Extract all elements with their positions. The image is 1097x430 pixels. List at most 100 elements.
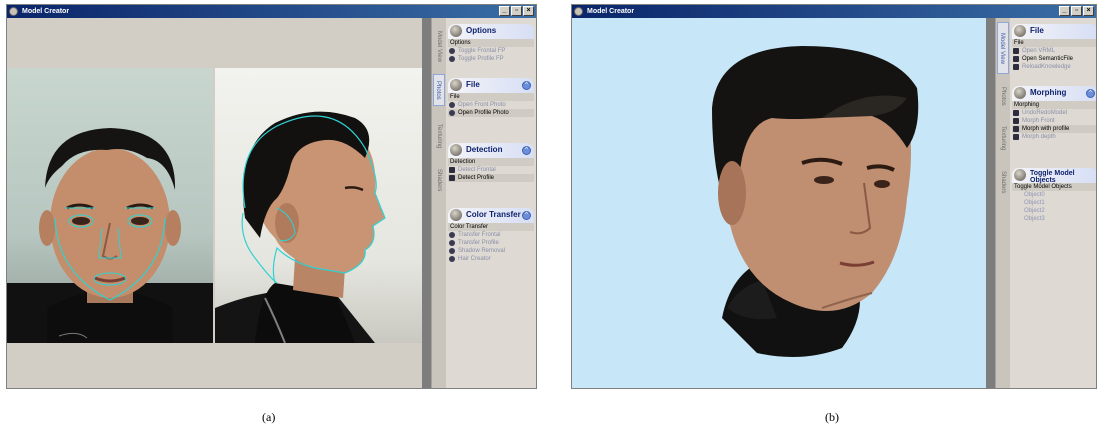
morphing-icon bbox=[1014, 87, 1026, 99]
splitter-bar[interactable] bbox=[422, 18, 431, 388]
face-icon bbox=[449, 48, 455, 54]
model-creator-window-b: Model Creator _ ▫ × Model View Photos Te… bbox=[571, 4, 1097, 389]
collapse-icon[interactable]: ^ bbox=[522, 81, 531, 90]
model-creator-window-a: Model Creator _ ▫ × Model View Photos Te… bbox=[6, 4, 537, 389]
maximize-button[interactable]: ▫ bbox=[511, 6, 522, 16]
group-subtitle: Color Transfer bbox=[448, 223, 534, 231]
grid-icon bbox=[1013, 64, 1019, 70]
face-icon bbox=[449, 256, 455, 262]
tab-shaders[interactable]: Shaders bbox=[433, 164, 445, 196]
group-subtitle: Options bbox=[448, 39, 534, 47]
face-icon bbox=[449, 232, 455, 238]
group-header[interactable]: File ^ bbox=[448, 78, 534, 93]
options-icon bbox=[450, 25, 462, 37]
tab-texturing[interactable]: Texturing bbox=[997, 118, 1009, 158]
group-subtitle: Toggle Model Objects bbox=[1012, 183, 1096, 191]
title-bar[interactable]: Model Creator _ ▫ × bbox=[572, 5, 1096, 18]
tab-texturing[interactable]: Texturing bbox=[433, 116, 445, 156]
splitter-bar[interactable] bbox=[986, 18, 995, 388]
group-header[interactable]: Color Transfer ^ bbox=[448, 208, 534, 223]
collapse-icon[interactable]: ^ bbox=[1086, 89, 1095, 98]
tab-photos[interactable]: Photos bbox=[997, 80, 1009, 112]
menu-item-detect-frontal[interactable]: Detect Frontal bbox=[448, 166, 534, 174]
window-title: Model Creator bbox=[22, 8, 70, 15]
profile-photo bbox=[215, 68, 422, 343]
group-subtitle: File bbox=[1012, 39, 1096, 47]
close-button[interactable]: × bbox=[1083, 6, 1094, 16]
group-header[interactable]: Toggle Model Objects bbox=[1012, 168, 1096, 184]
menu-item-morph-front[interactable]: Morph Front bbox=[1012, 117, 1096, 125]
minimize-button[interactable]: _ bbox=[1059, 6, 1070, 16]
menu-item-open-semanticfile[interactable]: Open SemanticFile bbox=[1012, 55, 1096, 63]
minimize-button[interactable]: _ bbox=[499, 6, 510, 16]
menu-item-reloadknowledge[interactable]: ReloadKnowledge bbox=[1012, 63, 1096, 71]
title-bar[interactable]: Model Creator _ ▫ × bbox=[7, 5, 536, 18]
grid-icon bbox=[1013, 48, 1019, 54]
group-subtitle: File bbox=[448, 93, 534, 101]
collapse-icon[interactable]: ^ bbox=[522, 211, 531, 220]
face-icon bbox=[449, 102, 455, 108]
menu-item-morph-depth[interactable]: Morph depth bbox=[1012, 133, 1096, 141]
vertical-tab-strip: Model View Photos Texturing Shaders bbox=[995, 18, 1010, 388]
face-icon bbox=[449, 110, 455, 116]
group-detection: Detection ^ Detection Detect Frontal Det… bbox=[448, 143, 534, 182]
grid-icon bbox=[449, 175, 455, 181]
tab-photos[interactable]: Photos bbox=[433, 74, 445, 106]
grid-icon bbox=[1013, 56, 1019, 62]
objects-icon bbox=[1014, 169, 1026, 181]
color-transfer-icon bbox=[450, 209, 462, 221]
group-file: File ^ File Open Front Photo Open Profil… bbox=[448, 78, 534, 117]
menu-item-open-front-photo[interactable]: Open Front Photo bbox=[448, 101, 534, 109]
collapse-icon[interactable]: ^ bbox=[522, 146, 531, 155]
menu-item-transfer-profile[interactable]: Transfer Profile bbox=[448, 239, 534, 247]
menu-item-object0[interactable]: Object0 bbox=[1012, 191, 1096, 199]
group-subtitle: Detection bbox=[448, 158, 534, 166]
group-toggle-model-objects: Toggle Model Objects Toggle Model Object… bbox=[1012, 168, 1096, 223]
frontal-face-illustration bbox=[7, 128, 213, 343]
group-color-transfer: Color Transfer ^ Color Transfer Transfer… bbox=[448, 208, 534, 263]
file-icon bbox=[450, 79, 462, 91]
tab-model-view[interactable]: Model View bbox=[433, 22, 445, 70]
grid-icon bbox=[1013, 126, 1019, 132]
model-3d-viewport[interactable] bbox=[572, 18, 986, 388]
grid-icon bbox=[1013, 134, 1019, 140]
close-button[interactable]: × bbox=[523, 6, 534, 16]
menu-item-toggle-profile-fp[interactable]: Toggle Profile FP bbox=[448, 55, 534, 63]
menu-item-object3[interactable]: Object3 bbox=[1012, 215, 1096, 223]
face-icon bbox=[449, 56, 455, 62]
menu-item-morph-with-profile[interactable]: Morph with profile bbox=[1012, 125, 1096, 133]
profile-face-illustration bbox=[215, 111, 386, 343]
detection-icon bbox=[450, 144, 462, 156]
tab-shaders[interactable]: Shaders bbox=[997, 166, 1009, 198]
menu-item-object2[interactable]: Object2 bbox=[1012, 207, 1096, 215]
photo-viewport[interactable] bbox=[7, 18, 422, 388]
maximize-button[interactable]: ▫ bbox=[1071, 6, 1082, 16]
menu-item-toggle-frontal-fp[interactable]: Toggle Frontal FP bbox=[448, 47, 534, 55]
app-icon bbox=[574, 7, 583, 16]
task-panel: File File Open VRML Open SemanticFile Re… bbox=[1010, 18, 1096, 388]
group-header[interactable]: Options bbox=[448, 24, 534, 39]
menu-item-detect-profile[interactable]: Detect Profile bbox=[448, 174, 534, 182]
app-icon bbox=[9, 7, 18, 16]
face-icon bbox=[449, 248, 455, 254]
grid-icon bbox=[1013, 110, 1019, 116]
group-header[interactable]: Detection ^ bbox=[448, 143, 534, 158]
menu-item-shadow-removal[interactable]: Shadow Removal bbox=[448, 247, 534, 255]
group-options: Options Options Toggle Frontal FP Toggle… bbox=[448, 24, 534, 63]
group-file: File File Open VRML Open SemanticFile Re… bbox=[1012, 24, 1096, 71]
grid-icon bbox=[1013, 118, 1019, 124]
file-icon bbox=[1014, 25, 1026, 37]
menu-item-hair-creator[interactable]: Hair Creator bbox=[448, 255, 534, 263]
group-header[interactable]: Morphing ^ bbox=[1012, 86, 1096, 101]
frontal-photo bbox=[7, 68, 213, 343]
menu-item-undoredomodel[interactable]: UndoRedoModel bbox=[1012, 109, 1096, 117]
menu-item-transfer-frontal[interactable]: Transfer Frontal bbox=[448, 231, 534, 239]
menu-item-object1[interactable]: Object1 bbox=[1012, 199, 1096, 207]
menu-item-open-profile-photo[interactable]: Open Profile Photo bbox=[448, 109, 534, 117]
group-subtitle: Morphing bbox=[1012, 101, 1096, 109]
caption-a: (a) bbox=[262, 410, 276, 424]
tab-model-view[interactable]: Model View bbox=[997, 22, 1009, 74]
group-header[interactable]: File bbox=[1012, 24, 1096, 39]
menu-item-open-vrml[interactable]: Open VRML bbox=[1012, 47, 1096, 55]
group-morphing: Morphing ^ Morphing UndoRedoModel Morph … bbox=[1012, 86, 1096, 141]
